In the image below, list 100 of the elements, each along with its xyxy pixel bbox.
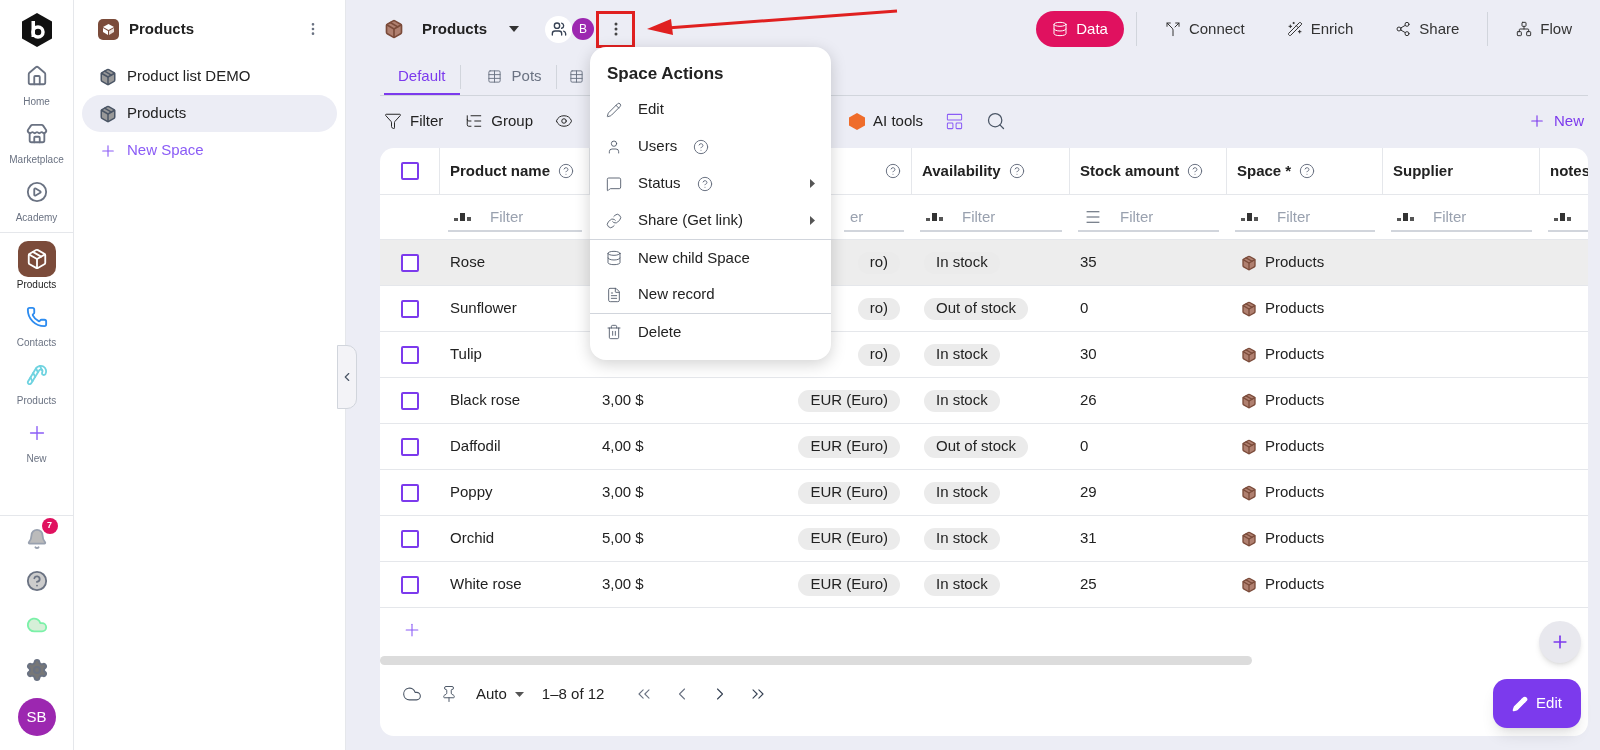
table-cell-text: 29 xyxy=(1080,482,1097,503)
package-icon xyxy=(99,67,117,86)
toolbar-button[interactable]: Group xyxy=(465,109,534,133)
text-type-icon xyxy=(1554,212,1572,222)
sidebar-item[interactable]: Product list DEMO xyxy=(82,58,337,95)
rail-item[interactable]: Academy xyxy=(0,174,73,232)
table-cell-text: Products xyxy=(1265,344,1325,365)
page-range: 1–8 of 12 xyxy=(541,683,605,704)
new-button[interactable]: New xyxy=(1528,109,1588,133)
table-cell-text: Orchid xyxy=(450,528,495,549)
package-icon xyxy=(25,248,48,270)
checkbox[interactable] xyxy=(401,391,419,410)
help-icon[interactable] xyxy=(1187,163,1204,179)
rail-item[interactable]: Marketplace xyxy=(0,116,73,174)
eye-icon[interactable] xyxy=(555,112,574,130)
edit-fab[interactable]: Edit xyxy=(1493,679,1581,728)
rail-item[interactable]: Products xyxy=(0,357,73,415)
text-type-icon xyxy=(454,212,472,222)
text-type-icon xyxy=(926,212,944,222)
checkbox[interactable] xyxy=(401,483,419,502)
group-avatar[interactable] xyxy=(545,15,572,43)
user-icon xyxy=(606,138,622,155)
column-title: Stock amount xyxy=(1080,160,1180,181)
rail-item[interactable]: New xyxy=(0,415,73,467)
table-icon[interactable] xyxy=(568,69,584,84)
checkbox[interactable] xyxy=(401,575,419,594)
notification-badge: 7 xyxy=(41,518,58,534)
user-avatar[interactable]: B xyxy=(572,18,594,40)
help-icon[interactable] xyxy=(696,175,713,192)
column-header[interactable]: Supplier xyxy=(1383,148,1540,194)
currency-tag: EUR (Euro) xyxy=(798,527,900,550)
logo-icon[interactable] xyxy=(19,12,54,48)
header-action[interactable]: Data xyxy=(1036,11,1124,47)
help-icon[interactable] xyxy=(693,138,710,155)
package-icon xyxy=(1241,576,1257,593)
table-cell-text: 30 xyxy=(1080,344,1097,365)
menu-item[interactable]: Share (Get link) xyxy=(590,202,831,239)
menu-item[interactable]: Edit xyxy=(590,91,831,128)
help-icon[interactable] xyxy=(1299,163,1316,179)
checkbox[interactable] xyxy=(401,253,419,272)
settings-icon[interactable] xyxy=(24,658,49,682)
pencil-icon xyxy=(606,101,622,118)
checkbox[interactable] xyxy=(400,162,419,180)
help-icon[interactable] xyxy=(25,570,48,592)
rail-item[interactable]: Contacts xyxy=(0,299,73,357)
checkbox[interactable] xyxy=(401,299,419,318)
rail-item[interactable]: Products xyxy=(0,241,73,299)
column-header[interactable]: Availability xyxy=(912,148,1070,194)
page-size-select[interactable]: Auto xyxy=(476,682,524,706)
submenu-caret-icon xyxy=(810,179,815,188)
user-avatar[interactable]: SB xyxy=(17,698,56,736)
table-cell-text: Products xyxy=(1265,528,1325,549)
search-icon[interactable] xyxy=(986,111,1007,131)
menu-item[interactable]: Status xyxy=(590,165,831,202)
candy-cane-icon xyxy=(25,364,48,386)
scrollbar[interactable] xyxy=(380,655,1252,665)
column-header[interactable]: Stock amount xyxy=(1070,148,1227,194)
table-cell-text: Products xyxy=(1265,252,1325,273)
menu-label: Users xyxy=(638,136,678,157)
sidebar-item[interactable]: Products xyxy=(82,95,337,132)
help-icon[interactable] xyxy=(885,163,901,179)
menu-item[interactable]: Delete xyxy=(590,313,831,350)
checkbox[interactable] xyxy=(401,437,419,456)
filter-field[interactable]: Filter xyxy=(1078,202,1219,232)
bell-icon[interactable] xyxy=(25,528,48,550)
menu-label: New child Space xyxy=(638,247,750,268)
collapse-handle[interactable] xyxy=(337,345,357,409)
phone-icon xyxy=(25,306,48,328)
table-cell-text: Daffodil xyxy=(450,436,501,457)
pin-icon[interactable] xyxy=(440,685,458,703)
checkbox[interactable] xyxy=(401,529,419,548)
availability-tag: In stock xyxy=(924,343,1000,366)
menu-item[interactable]: Users xyxy=(590,128,831,165)
availability-tag: Out of stock xyxy=(924,297,1029,320)
view-tab[interactable]: Pots xyxy=(472,59,556,95)
help-icon[interactable] xyxy=(1008,163,1025,179)
users-icon xyxy=(550,21,567,37)
header-action[interactable]: Flow xyxy=(1500,11,1588,47)
table-cell-text: 35 xyxy=(1080,252,1097,273)
header-action[interactable]: Share xyxy=(1379,11,1476,47)
filter-icon xyxy=(384,112,402,130)
rail-item[interactable]: Home xyxy=(0,58,73,116)
filter-field[interactable]: er xyxy=(844,202,904,232)
new-space-link[interactable]: New Space xyxy=(82,132,337,169)
rail-label: Home xyxy=(23,95,50,109)
checkbox[interactable] xyxy=(401,345,419,364)
table-cell-text: 5,00 $ xyxy=(602,528,644,549)
ai-tools-button[interactable]: AI tools xyxy=(849,109,924,133)
rail-label: Academy xyxy=(15,211,58,225)
menu-item[interactable]: New child Space xyxy=(590,239,831,276)
toolbar-button[interactable]: Filter xyxy=(384,109,444,133)
layout-icon[interactable] xyxy=(945,111,965,131)
caret-icon[interactable] xyxy=(509,26,519,32)
package-icon xyxy=(99,104,117,123)
package-icon xyxy=(1241,300,1257,317)
help-icon[interactable] xyxy=(558,163,575,179)
column-header[interactable]: Space * xyxy=(1227,148,1383,194)
header-action[interactable]: Enrich xyxy=(1270,11,1370,47)
availability-tag: In stock xyxy=(924,573,1000,596)
header-action[interactable]: Connect xyxy=(1148,11,1261,47)
